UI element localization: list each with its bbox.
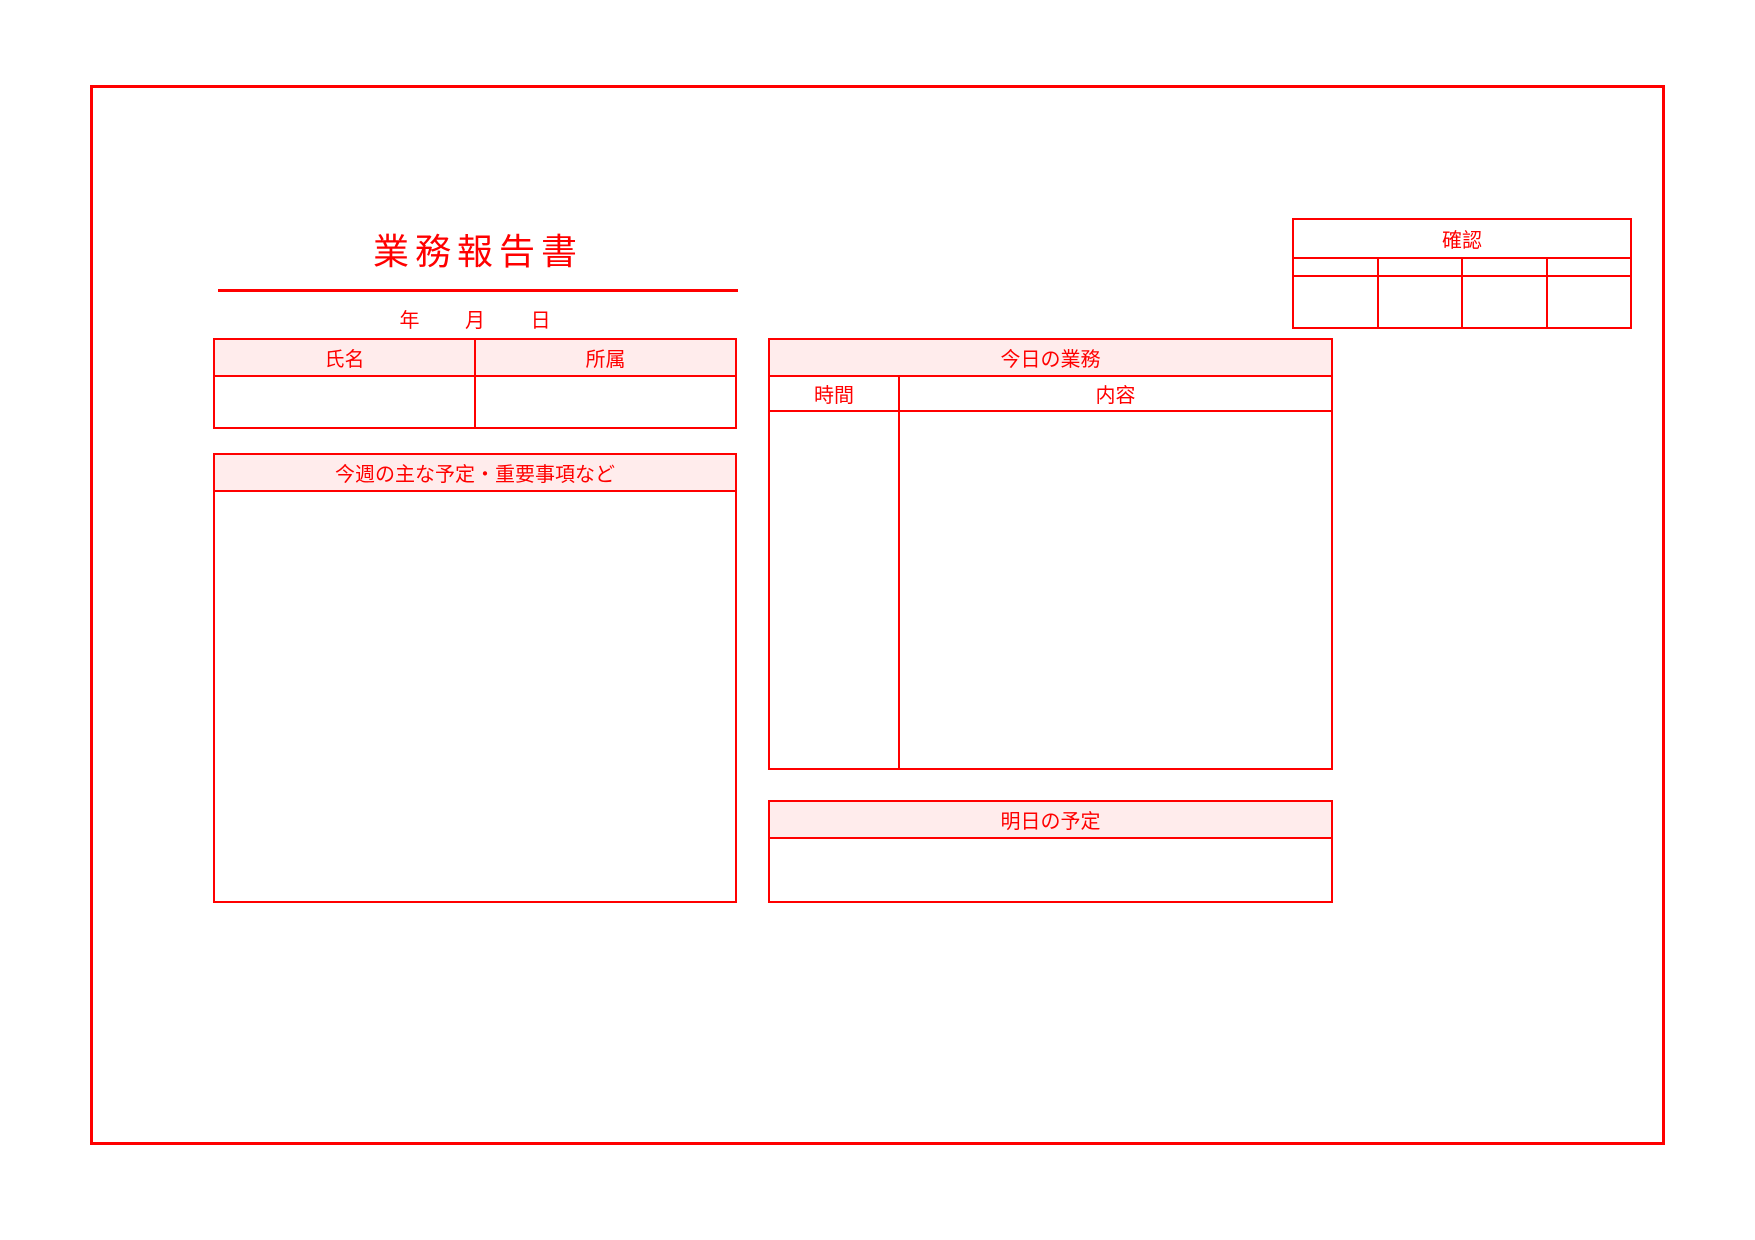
date-month-label: 月 (465, 310, 491, 332)
title-block: 業務報告書 年 月 日 (218, 223, 738, 333)
approval-box: 確認 (1292, 218, 1632, 329)
tomorrow-schedule-box: 明日の予定 (768, 800, 1333, 903)
today-content-label: 内容 (900, 377, 1331, 410)
today-time-field[interactable] (770, 412, 900, 768)
affiliation-field[interactable] (476, 377, 735, 427)
form-title: 業務報告書 (218, 223, 738, 289)
tomorrow-schedule-header: 明日の予定 (770, 802, 1331, 839)
name-table-header: 氏名 所属 (215, 340, 735, 377)
today-tasks-box: 今日の業務 時間 内容 (768, 338, 1333, 770)
tomorrow-schedule-body[interactable] (770, 839, 1331, 906)
date-day-label: 日 (531, 310, 557, 332)
affiliation-label: 所属 (476, 340, 735, 375)
approval-label-row (1294, 259, 1630, 277)
week-schedule-header: 今週の主な予定・重要事項など (215, 455, 735, 492)
today-tasks-body (770, 412, 1331, 768)
approval-label-cell (1463, 259, 1548, 275)
approval-label-cell (1379, 259, 1464, 275)
approval-stamp-row (1294, 277, 1630, 327)
name-field[interactable] (215, 377, 476, 427)
today-time-label: 時間 (770, 377, 900, 410)
approval-header: 確認 (1294, 220, 1630, 259)
today-content-field[interactable] (900, 412, 1331, 768)
date-year-label: 年 (399, 310, 425, 332)
page: 業務報告書 年 月 日 確認 (0, 0, 1755, 1240)
form-frame: 業務報告書 年 月 日 確認 (90, 85, 1665, 1145)
today-tasks-header: 今日の業務 (770, 340, 1331, 377)
today-tasks-subheader: 時間 内容 (770, 377, 1331, 412)
name-affiliation-table: 氏名 所属 (213, 338, 737, 429)
approval-label-cell (1548, 259, 1631, 275)
title-underline (218, 289, 738, 292)
name-label: 氏名 (215, 340, 476, 375)
week-schedule-body[interactable] (215, 492, 735, 906)
name-table-body (215, 377, 735, 427)
approval-stamp-cell[interactable] (1463, 277, 1548, 327)
approval-label-cell (1294, 259, 1379, 275)
approval-stamp-cell[interactable] (1379, 277, 1464, 327)
approval-stamp-cell[interactable] (1548, 277, 1631, 327)
date-line: 年 月 日 (218, 304, 738, 333)
week-schedule-box: 今週の主な予定・重要事項など (213, 453, 737, 903)
approval-stamp-cell[interactable] (1294, 277, 1379, 327)
